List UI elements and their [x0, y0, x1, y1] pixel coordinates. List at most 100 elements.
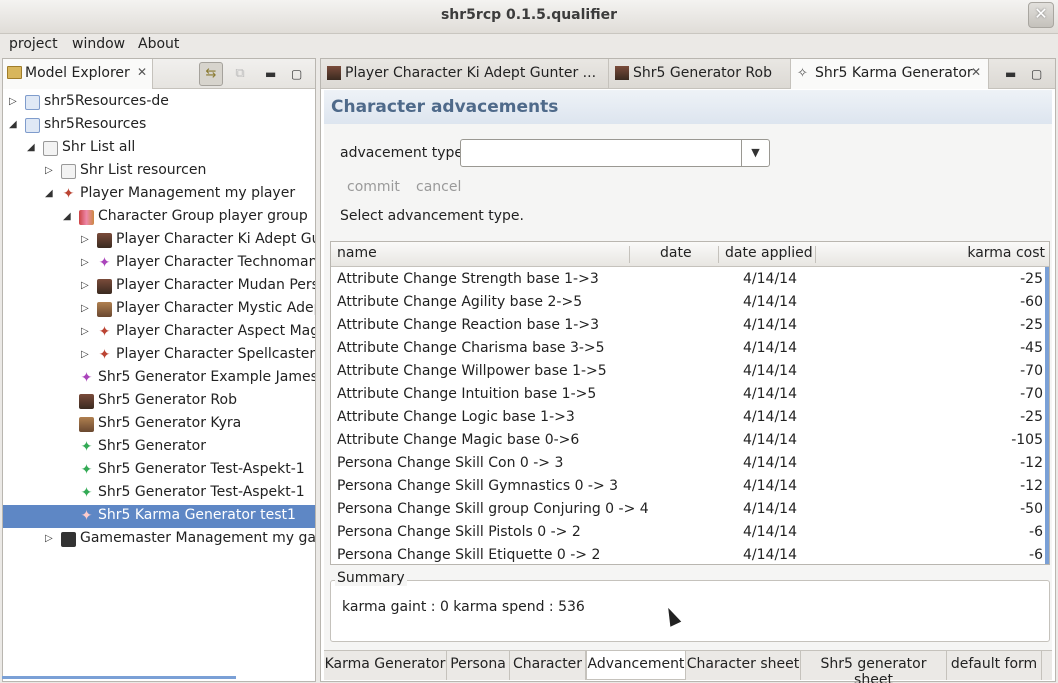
tree-item[interactable]: ◢ ✦ Player Management my player	[3, 183, 315, 206]
collapse-arrow-icon[interactable]: ◢	[27, 142, 37, 153]
maximize-icon[interactable]: ▢	[1031, 67, 1042, 81]
tree-item[interactable]: ▷ Player Character Ki Adept Gunter	[3, 229, 315, 252]
tab-generator-rob[interactable]: Shr5 Generator Rob	[609, 59, 791, 89]
cancel-button[interactable]: cancel	[416, 179, 461, 195]
tree-item-selected[interactable]: ✦ Shr5 Karma Generator test1	[3, 505, 315, 528]
column-name[interactable]: name	[337, 245, 377, 261]
column-date-applied[interactable]: date applied	[725, 245, 813, 261]
expand-arrow-icon[interactable]: ▷	[81, 257, 91, 268]
tab-character-sheet[interactable]: Character sheet	[686, 651, 801, 680]
collapse-arrow-icon[interactable]: ◢	[9, 119, 19, 130]
minimize-icon[interactable]: ▬	[265, 67, 276, 81]
table-vertical-scrollbar[interactable]	[1045, 267, 1049, 564]
tree-item[interactable]: ▷ ✦ Player Character Technomancer	[3, 252, 315, 275]
table-row[interactable]: Attribute Change Strength base 1->3 4/14…	[331, 268, 1049, 291]
tree-item[interactable]: ▷ shr5Resources-de	[3, 91, 315, 114]
tree-item[interactable]: ▷ ✦ Player Character Aspect Magic	[3, 321, 315, 344]
table-row[interactable]: Persona Change Skill Pistols 0 -> 2 4/14…	[331, 521, 1049, 544]
column-karma-cost[interactable]: karma cost	[967, 245, 1045, 261]
expand-arrow-icon[interactable]: ▷	[81, 326, 91, 337]
tree-item[interactable]: ◢ Shr List all	[3, 137, 315, 160]
column-divider[interactable]	[629, 246, 630, 263]
resource-icon	[25, 95, 40, 110]
cell-karma-cost: -45	[1020, 340, 1043, 356]
tree-item[interactable]: ✦ Shr5 Generator Example James	[3, 367, 315, 390]
column-date[interactable]: date	[660, 245, 692, 261]
menu-window[interactable]: window	[72, 36, 125, 52]
expand-arrow-icon[interactable]: ▷	[81, 303, 91, 314]
tab-default-form[interactable]: default form	[947, 651, 1042, 680]
tree-item[interactable]: ◢ Character Group player group	[3, 206, 315, 229]
tab-label: Shr5 Generator Rob	[633, 65, 772, 81]
cell-name: Attribute Change Magic base 0->6	[337, 432, 580, 448]
portrait-icon	[97, 233, 112, 248]
column-divider[interactable]	[815, 246, 816, 263]
table-row[interactable]: Persona Change Skill Con 0 -> 3 4/14/14 …	[331, 452, 1049, 475]
tree-item[interactable]: ▷ Shr List resourcen	[3, 160, 315, 183]
cell-name: Attribute Change Charisma base 3->5	[337, 340, 605, 356]
table-row[interactable]: Persona Change Skill group Conjuring 0 -…	[331, 498, 1049, 521]
tab-karma-generator-page[interactable]: Karma Generator	[324, 651, 447, 680]
table-row[interactable]: Persona Change Skill Etiquette 0 -> 2 4/…	[331, 544, 1049, 564]
commit-button[interactable]: commit	[347, 179, 400, 195]
maximize-icon[interactable]: ▢	[291, 67, 302, 81]
expand-arrow-icon[interactable]: ▷	[9, 96, 19, 107]
expand-arrow-icon[interactable]: ▷	[81, 349, 91, 360]
table-row[interactable]: Attribute Change Magic base 0->6 4/14/14…	[331, 429, 1049, 452]
tab-player-character[interactable]: Player Character Ki Adept Gunter ...	[321, 59, 609, 89]
list-icon	[43, 141, 58, 156]
table-row[interactable]: Attribute Change Logic base 1->3 4/14/14…	[331, 406, 1049, 429]
expand-arrow-icon[interactable]: ▷	[81, 234, 91, 245]
tree-item[interactable]: Shr5 Generator Kyra	[3, 413, 315, 436]
folder-icon	[7, 66, 22, 79]
cell-karma-cost: -105	[1011, 432, 1043, 448]
tree-item[interactable]: ◢ shr5Resources	[3, 114, 315, 137]
table-row[interactable]: Persona Change Skill Gymnastics 0 -> 3 4…	[331, 475, 1049, 498]
tab-persona[interactable]: Persona	[447, 651, 510, 680]
character-icon: ✦	[98, 255, 111, 271]
summary-group: Summary karma gaint : 0 karma spend : 53…	[330, 570, 1050, 642]
collapse-all-button[interactable]: ⧉	[228, 62, 252, 86]
table-row[interactable]: Attribute Change Agility base 2->5 4/14/…	[331, 291, 1049, 314]
tab-model-explorer[interactable]: Model Explorer ✕	[3, 59, 153, 89]
minimize-icon[interactable]: ▬	[1005, 67, 1016, 81]
collapse-arrow-icon[interactable]: ◢	[45, 188, 55, 199]
tree-item[interactable]: Shr5 Generator Rob	[3, 390, 315, 413]
close-icon[interactable]: ✕	[137, 65, 147, 79]
link-with-editor-button[interactable]: ⇆	[199, 62, 223, 86]
tree-item[interactable]: ✦ Shr5 Generator	[3, 436, 315, 459]
tree-item[interactable]: ✦ Shr5 Generator Test-Aspekt-1	[3, 459, 315, 482]
tab-character[interactable]: Character	[510, 651, 586, 680]
table-row[interactable]: Attribute Change Willpower base 1->5 4/1…	[331, 360, 1049, 383]
cell-date-applied: 4/14/14	[743, 271, 797, 287]
window-titlebar: shr5rcp 0.1.5.qualifier ✕	[0, 0, 1058, 34]
tree-item-label: Shr5 Generator Test-Aspekt-1	[98, 484, 305, 500]
window-close-button[interactable]: ✕	[1028, 2, 1054, 28]
expand-arrow-icon[interactable]: ▷	[81, 280, 91, 291]
tree-item[interactable]: ▷ Player Character Mudan Persona	[3, 275, 315, 298]
column-divider[interactable]	[718, 246, 719, 263]
expand-arrow-icon[interactable]: ▷	[45, 533, 55, 544]
close-icon[interactable]: ✕	[971, 65, 981, 79]
collapse-arrow-icon[interactable]: ◢	[63, 211, 73, 222]
table-row[interactable]: Attribute Change Reaction base 1->3 4/14…	[331, 314, 1049, 337]
menu-project[interactable]: project	[9, 36, 58, 52]
tree-item[interactable]: ▷ Player Character Mystic Adept	[3, 298, 315, 321]
table-row[interactable]: Attribute Change Intuition base 1->5 4/1…	[331, 383, 1049, 406]
tab-advancement[interactable]: Advancement	[586, 651, 686, 680]
table-row[interactable]: Attribute Change Charisma base 3->5 4/14…	[331, 337, 1049, 360]
menu-about[interactable]: About	[138, 36, 179, 52]
expand-arrow-icon[interactable]: ▷	[45, 165, 55, 176]
portrait-icon	[79, 417, 94, 432]
cell-karma-cost: -25	[1020, 271, 1043, 287]
tab-karma-generator[interactable]: ✧ Shr5 Karma Generator ✕	[791, 59, 989, 89]
tree-item[interactable]: ✦ Shr5 Generator Test-Aspekt-1	[3, 482, 315, 505]
tree-item[interactable]: ▷ Gamemaster Management my gam	[3, 528, 315, 551]
advancement-type-select[interactable]: ▼	[460, 139, 770, 167]
explorer-horizontal-scrollbar[interactable]	[2, 676, 236, 679]
tree-item[interactable]: ▷ ✦ Player Character Spellcaster t	[3, 344, 315, 367]
chevron-down-icon[interactable]: ▼	[741, 140, 769, 166]
summary-legend: Summary	[335, 570, 407, 586]
tab-generator-sheet[interactable]: Shr5 generator sheet	[801, 651, 947, 683]
tree-item-label: Shr5 Karma Generator test1	[98, 507, 296, 523]
